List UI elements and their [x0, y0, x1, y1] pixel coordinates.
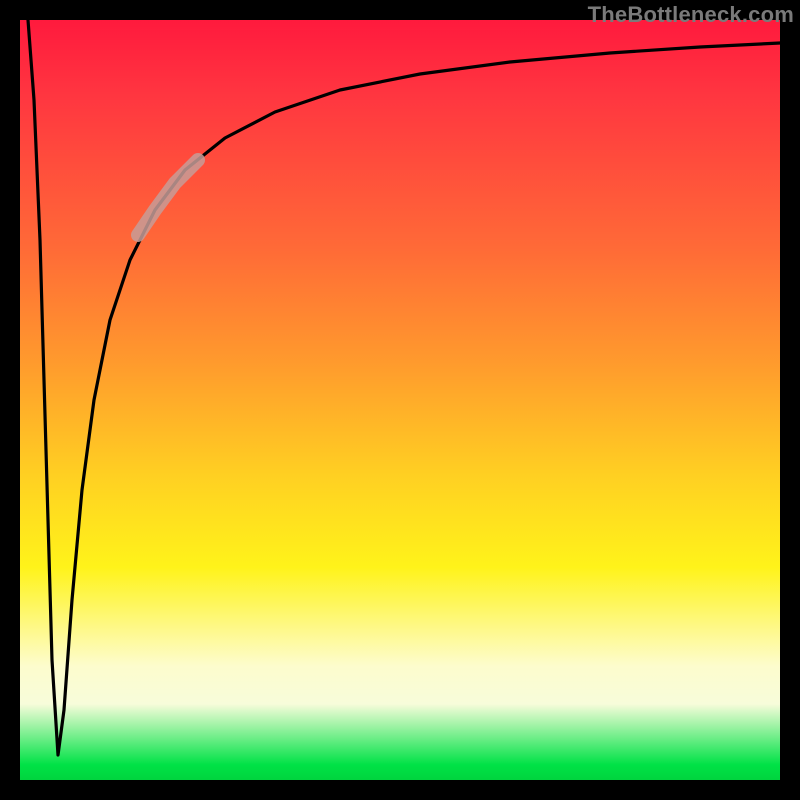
- bottleneck-curve: [28, 20, 780, 755]
- highlight-segment: [138, 160, 198, 235]
- chart-curve-layer: [20, 20, 780, 780]
- watermark-text: TheBottleneck.com: [588, 2, 794, 28]
- chart-container: TheBottleneck.com: [0, 0, 800, 800]
